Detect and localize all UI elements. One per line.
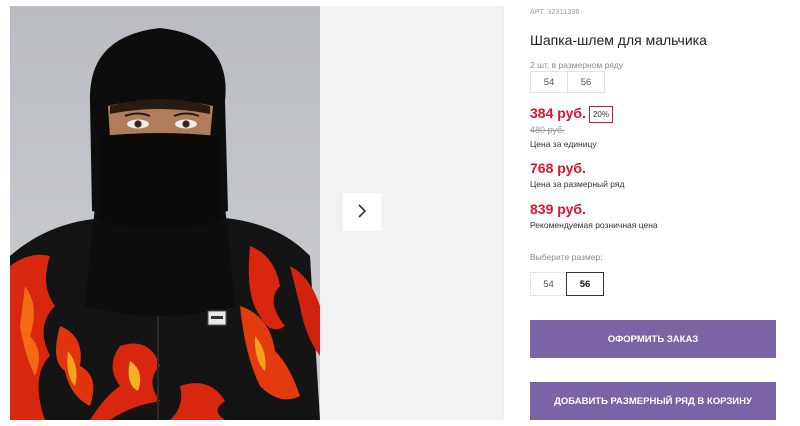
size-selector: 54 56 — [530, 272, 604, 296]
size-range-label: 2 шт. в размерном ряду — [530, 60, 624, 70]
discount-badge: 20% — [589, 106, 613, 123]
gallery-next-button[interactable] — [343, 193, 381, 231]
product-article: АРТ. 32311336 — [530, 9, 580, 16]
range-size-56: 56 — [567, 71, 605, 93]
size-option-56[interactable]: 56 — [566, 272, 604, 296]
choose-size-label: Выберите размер: — [530, 252, 603, 262]
retail-price-caption: Рекомендуемая розничная цена — [530, 220, 658, 230]
range-price: 768 руб. — [530, 160, 586, 176]
checkout-button[interactable]: ОФОРМИТЬ ЗАКАЗ — [530, 320, 776, 358]
product-title: Шапка-шлем для мальчика — [530, 32, 707, 48]
size-option-54[interactable]: 54 — [530, 272, 567, 296]
product-photo[interactable] — [10, 6, 320, 420]
product-photo-illustration — [10, 28, 320, 420]
unit-price: 384 руб. — [530, 105, 586, 121]
range-size-54: 54 — [530, 71, 568, 93]
add-range-to-cart-button[interactable]: ДОБАВИТЬ РАЗМЕРНЫЙ РЯД В КОРЗИНУ — [530, 382, 776, 420]
retail-price: 839 руб. — [530, 201, 586, 217]
old-price: 480 руб. — [530, 125, 565, 135]
range-price-caption: Цена за размерный ряд — [530, 179, 625, 189]
unit-price-caption: Цена за единицу — [530, 139, 597, 149]
column-divider — [503, 6, 504, 420]
product-gallery — [10, 6, 503, 420]
size-range-list: 54 56 — [530, 71, 605, 93]
chevron-right-icon — [357, 203, 367, 221]
